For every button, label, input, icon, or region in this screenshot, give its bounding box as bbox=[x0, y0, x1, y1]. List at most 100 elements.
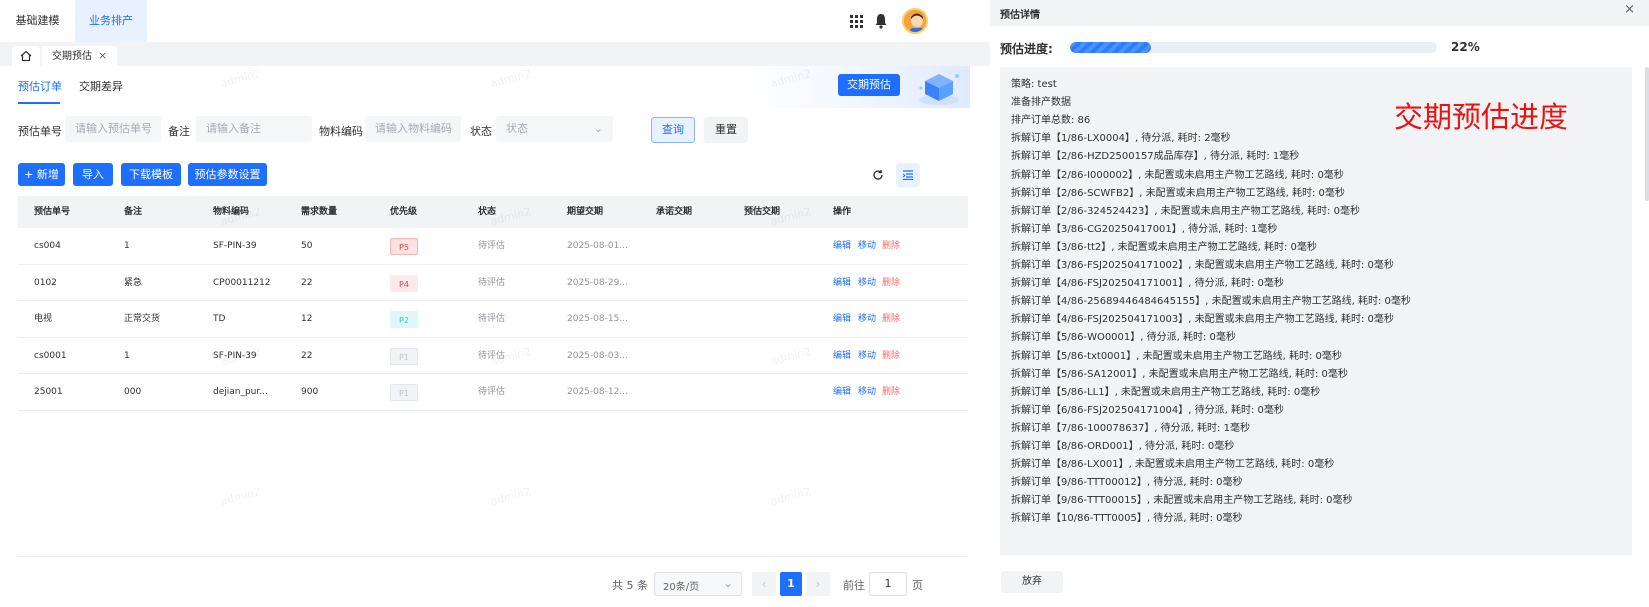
edit-link[interactable]: 编辑 bbox=[833, 338, 851, 374]
table-row[interactable]: cs0001 1 SF-PIN-39 22 P1 待评估 2025-08-03... 编辑 移动… bbox=[18, 338, 968, 374]
drawer-header: 预估详情 × bbox=[990, 0, 1649, 26]
refresh-icon[interactable] bbox=[866, 163, 890, 187]
cell-remark: 000 bbox=[124, 387, 142, 397]
edit-link[interactable]: 编辑 bbox=[833, 265, 851, 301]
delivery-estimate-button[interactable]: 交期预估 bbox=[838, 74, 900, 96]
log-line: 拆解订单【8/86-LX001】, 未配置或未启用主产物工艺路线, 耗时: 0毫… bbox=[1011, 459, 1335, 471]
cell-order_no: 电视 bbox=[34, 314, 53, 324]
delete-link[interactable]: 删除 bbox=[882, 265, 900, 301]
move-link[interactable]: 移动 bbox=[858, 374, 876, 410]
orders-table: 预估单号 备注 物料编码 需求数量 优先级 状态 期望交期 承诺交期 预估交期 … bbox=[18, 196, 968, 411]
table-row[interactable]: 电视 正常交货 TD 12 P2 待评估 2025-08-15... 编辑 移动 删除 bbox=[18, 301, 968, 338]
delete-link[interactable]: 删除 bbox=[882, 338, 900, 374]
edit-link[interactable]: 编辑 bbox=[833, 228, 851, 264]
column-header: 预估单号 bbox=[34, 207, 71, 217]
table-body: cs004 1 SF-PIN-39 50 P5 待评估 2025-08-01... 编辑 移动删… bbox=[18, 228, 968, 411]
delete-link[interactable]: 删除 bbox=[882, 301, 900, 337]
add-button[interactable]: + 新增 bbox=[18, 163, 65, 186]
move-link[interactable]: 移动 bbox=[858, 265, 876, 301]
user-avatar[interactable] bbox=[902, 0, 928, 42]
page-tag-delivery-estimate[interactable]: 交期预估 × bbox=[42, 46, 118, 66]
log-line: 拆解订单【6/86-FSJ202504171004】, 待分派, 耗时: 0毫秒 bbox=[1011, 404, 1284, 416]
cell-expected: 2025-08-29... bbox=[567, 277, 628, 288]
move-link[interactable]: 移动 bbox=[858, 338, 876, 374]
app-root: 基础建模 业务排产 交期预估 × 预估订单 交期差异 交期预估 预估单号 请输入… bbox=[0, 0, 1649, 607]
estimate-log[interactable]: 拆解订单【10/86-TTT0005】, 待分派, 耗时: 0毫秒 拆解订单【9/… bbox=[1000, 67, 1632, 555]
estimate-params-button[interactable]: 预估参数设置 bbox=[188, 163, 267, 186]
table-row[interactable]: 0102 紧急 CP00011212 22 P4 待评估 2025-08-29... 编辑 移动… bbox=[18, 265, 968, 301]
column-header: 操作 bbox=[833, 207, 852, 217]
close-icon[interactable]: × bbox=[1624, 2, 1635, 17]
reset-button[interactable]: 重置 bbox=[704, 117, 748, 143]
progress-percent: 22% bbox=[1451, 40, 1480, 54]
bell-icon[interactable] bbox=[874, 0, 888, 42]
download-template-button[interactable]: 下载模板 bbox=[121, 163, 181, 186]
log-line: 拆解订单【2/86-HZD2500157成品库存】, 待分派, 耗时: 1毫秒 bbox=[1011, 151, 1300, 163]
priority-badge: P1 bbox=[390, 384, 418, 401]
cell-remark: 紧急 bbox=[124, 277, 143, 288]
log-line: 拆解订单【2/86-SCWFB2】, 未配置或未启用主产物工艺路线, 耗时: 0… bbox=[1011, 187, 1345, 199]
next-page-button[interactable]: › bbox=[806, 572, 830, 596]
tab-delivery-difference[interactable]: 交期差异 bbox=[79, 78, 123, 94]
watermark-text: admin2 bbox=[489, 484, 533, 509]
page-size-select[interactable]: 20条/页 ⌄ bbox=[654, 572, 742, 596]
chevron-down-icon: ⌄ bbox=[593, 122, 603, 135]
nav-tab-basic-modeling[interactable]: 基础建模 bbox=[0, 0, 75, 42]
move-link[interactable]: 移动 bbox=[858, 301, 876, 337]
cell-remark: 1 bbox=[124, 241, 130, 251]
log-line: 拆解订单【3/86-FSJ202504171002】, 未配置或未启用主产物工艺… bbox=[1011, 260, 1394, 271]
cell-remark: 1 bbox=[124, 350, 130, 361]
table-header: 预估单号 备注 物料编码 需求数量 优先级 状态 期望交期 承诺交期 预估交期 … bbox=[18, 196, 968, 228]
cell-expected: 2025-08-03... bbox=[567, 350, 628, 361]
remark-input[interactable]: 请输入备注 bbox=[196, 116, 312, 142]
tag-bar: 交期预估 × bbox=[0, 42, 990, 66]
material-code-input[interactable]: 请输入物料编码 bbox=[365, 116, 461, 142]
priority-badge: P2 bbox=[390, 311, 418, 328]
cell-material: SF-PIN-39 bbox=[213, 350, 257, 361]
cell-order_no: 0102 bbox=[34, 277, 57, 288]
page-1-button[interactable]: 1 bbox=[780, 572, 802, 596]
home-icon[interactable] bbox=[12, 46, 40, 66]
priority-badge: P1 bbox=[390, 347, 418, 365]
log-line: 拆解订单【8/86-ORD001】, 待分派, 耗时: 0毫秒 bbox=[1011, 441, 1235, 452]
cell-status: 待评估 bbox=[478, 387, 506, 397]
goto-label: 前往 bbox=[843, 579, 865, 592]
column-header: 需求数量 bbox=[301, 207, 338, 217]
status-select[interactable]: 状态 ⌄ bbox=[496, 116, 613, 142]
import-button[interactable]: 导入 bbox=[73, 163, 113, 186]
table-toolbar: + 新增 导入 下载模板 预估参数设置 bbox=[0, 163, 990, 187]
column-settings-icon[interactable] bbox=[896, 163, 920, 187]
close-icon[interactable]: × bbox=[98, 49, 107, 62]
log-line: 拆解订单【1/86-LX0004】, 待分派, 耗时: 2毫秒 bbox=[1011, 133, 1231, 145]
tab-estimate-orders[interactable]: 预估订单 bbox=[18, 78, 62, 94]
cell-expected: 2025-08-15... bbox=[567, 314, 628, 324]
watermark-text: admin2 bbox=[219, 484, 263, 509]
nav-tab-business-scheduling[interactable]: 业务排产 bbox=[75, 0, 147, 42]
table-row[interactable]: cs004 1 SF-PIN-39 50 P5 待评估 2025-08-01... 编辑 移动删… bbox=[18, 228, 968, 265]
delete-link[interactable]: 删除 bbox=[882, 228, 900, 264]
cell-material: SF-PIN-39 bbox=[213, 241, 257, 251]
order-no-input[interactable]: 请输入预估单号 bbox=[65, 116, 161, 142]
cell-remark: 正常交货 bbox=[124, 314, 161, 324]
move-link[interactable]: 移动 bbox=[858, 228, 876, 264]
order-no-label: 预估单号 bbox=[18, 125, 62, 138]
cell-order_no: cs0001 bbox=[34, 350, 67, 361]
log-line: 策略: test bbox=[1011, 79, 1057, 90]
goto-page-input[interactable]: 1 bbox=[869, 572, 907, 596]
page-suffix-label: 页 bbox=[912, 579, 923, 592]
edit-link[interactable]: 编辑 bbox=[833, 374, 851, 410]
remark-label: 备注 bbox=[168, 125, 190, 138]
estimate-detail-drawer: 预估详情 × 预估进度: 22% 拆解订单【10/86-TTT0005】, 待分… bbox=[990, 0, 1649, 607]
edit-link[interactable]: 编辑 bbox=[833, 301, 851, 337]
table-row[interactable]: 25001 000 dejian_pur... 900 P1 待评估 2025-08-12.… bbox=[18, 374, 968, 411]
log-line: 拆解订单【5/86-SA12001】, 未配置或未启用主产物工艺路线, 耗时: … bbox=[1011, 368, 1348, 380]
apps-grid-icon[interactable] bbox=[850, 0, 863, 42]
top-nav: 基础建模 业务排产 bbox=[0, 0, 990, 42]
abandon-button[interactable]: 放弃 bbox=[1001, 571, 1063, 593]
log-scrollbar[interactable] bbox=[1645, 67, 1649, 201]
delete-link[interactable]: 删除 bbox=[882, 374, 900, 410]
cell-expected: 2025-08-12... bbox=[567, 387, 628, 397]
prev-page-button[interactable]: ‹ bbox=[752, 572, 776, 596]
table-divider bbox=[18, 556, 968, 557]
query-button[interactable]: 查询 bbox=[651, 117, 695, 143]
